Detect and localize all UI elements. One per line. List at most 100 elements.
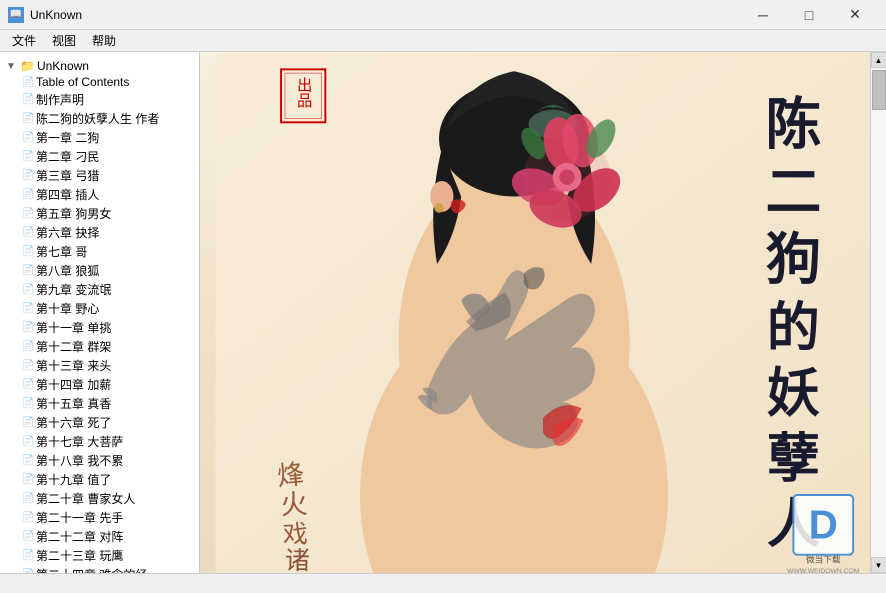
list-item[interactable]: 📄 第十八章 我不累 (20, 451, 195, 470)
tree-root-label: UnKnown (37, 59, 89, 73)
svg-text:二: 二 (765, 162, 821, 224)
menu-file[interactable]: 文件 (4, 30, 44, 51)
item-label: 第二十二章 对阵 (36, 528, 123, 545)
item-label: 第十五章 真香 (36, 395, 111, 412)
item-label: 第十三章 来头 (36, 357, 111, 374)
item-icon: 📄 (22, 151, 34, 162)
list-item[interactable]: 📄 第十一章 单挑 (20, 318, 195, 337)
item-icon: 📄 (22, 512, 34, 523)
item-icon: 📄 (22, 493, 34, 504)
item-label: 第十四章 加薪 (36, 376, 111, 393)
list-item[interactable]: 📄 第二十三章 玩鹰 (20, 546, 195, 565)
scroll-thumb[interactable] (872, 70, 886, 110)
item-icon: 📄 (22, 398, 34, 409)
title-bar: 📖 UnKnown ─ □ ✕ (0, 0, 886, 30)
svg-text:微当下载: 微当下载 (806, 553, 841, 564)
item-icon: 📄 (22, 379, 34, 390)
item-label: 第九章 变流氓 (36, 281, 111, 298)
item-icon: 📄 (22, 436, 34, 447)
toc-icon: 📄 (22, 77, 34, 88)
item-label: 第二十三章 玩鹰 (36, 547, 123, 564)
sidebar[interactable]: ▼ 📁 UnKnown 📄 Table of Contents 📄 制作声明 📄 (0, 52, 200, 573)
list-item[interactable]: 📄 陈二狗的妖孽人生 作者 (20, 109, 195, 128)
list-item[interactable]: 📄 第十三章 来头 (20, 356, 195, 375)
item-icon: 📄 (22, 208, 34, 219)
list-item[interactable]: 📄 第十九章 值了 (20, 470, 195, 489)
item-icon: 📄 (22, 360, 34, 371)
list-item[interactable]: 📄 第二十章 曹家女人 (20, 489, 195, 508)
item-icon: 📄 (22, 474, 34, 485)
item-icon: 📄 (22, 265, 34, 276)
list-item[interactable]: 📄 第一章 二狗 (20, 128, 195, 147)
list-item[interactable]: 📄 第十六章 死了 (20, 413, 195, 432)
item-label: 第十二章 群架 (36, 338, 111, 355)
close-button[interactable]: ✕ (832, 0, 878, 30)
list-item[interactable]: 📄 第二章 刁民 (20, 147, 195, 166)
item-icon: 📄 (22, 569, 34, 573)
item-icon: 📄 (22, 246, 34, 257)
status-bar (0, 573, 886, 593)
tree-children: 📄 Table of Contents 📄 制作声明 📄 陈二狗的妖孽人生 作者… (4, 74, 195, 573)
list-item[interactable]: 📄 制作声明 (20, 90, 195, 109)
menu-help[interactable]: 帮助 (84, 30, 124, 51)
list-item[interactable]: 📄 第九章 变流氓 (20, 280, 195, 299)
item-label: 第八章 狼狐 (36, 262, 99, 279)
list-item[interactable]: 📄 第十七章 大菩萨 (20, 432, 195, 451)
item-icon: 📄 (22, 455, 34, 466)
item-label: 第十七章 大菩萨 (36, 433, 123, 450)
list-item[interactable]: 📄 第五章 狗男女 (20, 204, 195, 223)
title-bar-controls: ─ □ ✕ (740, 0, 878, 30)
item-label: 第十章 野心 (36, 300, 99, 317)
svg-text:WWW.WEIDOWN.COM: WWW.WEIDOWN.COM (787, 568, 860, 573)
svg-text:火: 火 (280, 489, 309, 520)
menu-bar: 文件 视图 帮助 (0, 30, 886, 52)
list-item[interactable]: 📄 第二十一章 先手 (20, 508, 195, 527)
menu-view[interactable]: 视图 (44, 30, 84, 51)
list-item[interactable]: 📄 第十五章 真香 (20, 394, 195, 413)
scroll-down-arrow[interactable]: ▼ (871, 557, 886, 573)
item-icon: 📄 (22, 322, 34, 333)
content-area: 烽 火 戏 诸 出品 陈 二 狗 的 妖 孽 人 (200, 52, 886, 573)
list-item[interactable]: 📄 第七章 哥 (20, 242, 195, 261)
item-icon: 📄 (22, 94, 34, 105)
list-item[interactable]: 📄 第四章 插人 (20, 185, 195, 204)
scroll-up-arrow[interactable]: ▲ (871, 52, 886, 68)
tree-root-item[interactable]: ▼ 📁 UnKnown (4, 58, 195, 74)
toc-item[interactable]: 📄 Table of Contents (20, 74, 195, 90)
item-label: 第二十章 曹家女人 (36, 490, 135, 507)
content-scrollbar[interactable]: ▲ ▼ (870, 52, 886, 573)
folder-icon: 📁 (20, 59, 35, 73)
svg-text:妖: 妖 (767, 364, 820, 423)
svg-text:的: 的 (767, 299, 820, 358)
list-item[interactable]: 📄 第十二章 群架 (20, 337, 195, 356)
item-label: 第十八章 我不累 (36, 452, 123, 469)
item-label: 第四章 插人 (36, 186, 99, 203)
list-item[interactable]: 📄 第十章 野心 (20, 299, 195, 318)
svg-text:出品: 出品 (295, 77, 312, 108)
item-label: 第二十四章 难念的经 (36, 566, 147, 573)
list-item[interactable]: 📄 第三章 弓猎 (20, 166, 195, 185)
item-label: 制作声明 (36, 91, 84, 108)
toc-label: Table of Contents (36, 75, 129, 89)
item-icon: 📄 (22, 227, 34, 238)
list-item[interactable]: 📄 第八章 狼狐 (20, 261, 195, 280)
item-label: 陈二狗的妖孽人生 作者 (36, 110, 159, 127)
item-icon: 📄 (22, 531, 34, 542)
list-item[interactable]: 📄 第十四章 加薪 (20, 375, 195, 394)
list-item[interactable]: 📄 第六章 抉择 (20, 223, 195, 242)
item-label: 第一章 二狗 (36, 129, 99, 146)
item-label: 第十九章 值了 (36, 471, 111, 488)
svg-text:陈: 陈 (765, 94, 821, 156)
item-icon: 📄 (22, 170, 34, 181)
svg-text:烽: 烽 (276, 459, 306, 491)
item-label: 第三章 弓猎 (36, 167, 99, 184)
svg-text:D: D (809, 501, 838, 547)
minimize-button[interactable]: ─ (740, 0, 786, 30)
item-icon: 📄 (22, 284, 34, 295)
list-item[interactable]: 📄 第二十四章 难念的经 (20, 565, 195, 573)
list-item[interactable]: 📄 第二十二章 对阵 (20, 527, 195, 546)
maximize-button[interactable]: □ (786, 0, 832, 30)
svg-text:狗: 狗 (765, 229, 821, 291)
title-bar-left: 📖 UnKnown (8, 7, 82, 23)
item-icon: 📄 (22, 550, 34, 561)
